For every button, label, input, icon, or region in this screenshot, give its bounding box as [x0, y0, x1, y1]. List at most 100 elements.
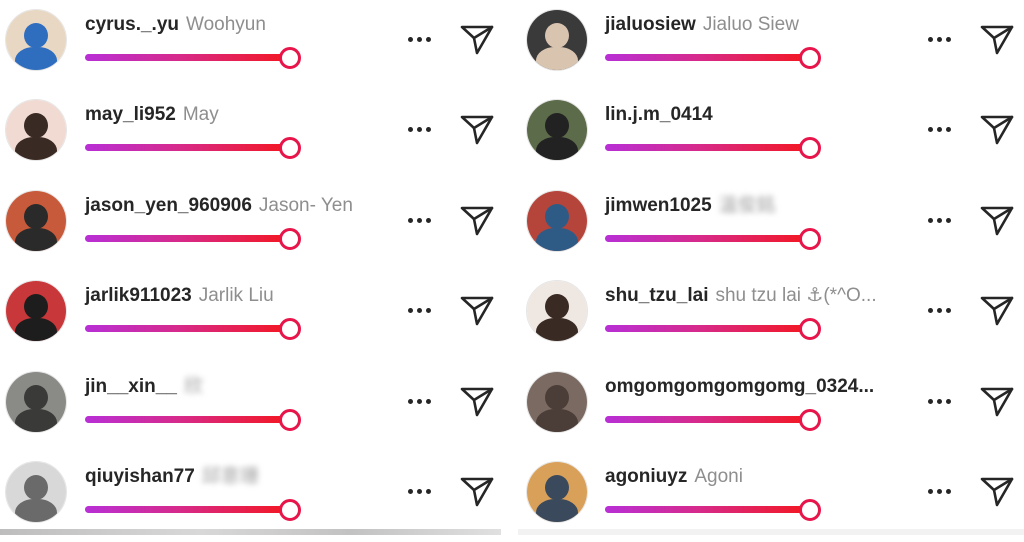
send-button[interactable] — [458, 472, 496, 510]
slider-knob[interactable] — [279, 318, 302, 340]
dot — [946, 489, 951, 494]
dot — [928, 37, 933, 42]
username[interactable]: agoniuyz — [605, 466, 687, 487]
more-options-button[interactable] — [925, 114, 955, 144]
send-button[interactable] — [978, 291, 1016, 329]
more-options-button[interactable] — [405, 205, 435, 235]
avatar[interactable] — [5, 371, 67, 433]
emoji-slider[interactable] — [85, 47, 302, 69]
username[interactable]: jin__xin__ — [85, 376, 177, 397]
emoji-slider[interactable] — [605, 228, 822, 250]
username[interactable]: shu_tzu_lai — [605, 285, 708, 306]
avatar-body — [15, 228, 57, 251]
send-button[interactable] — [458, 20, 496, 58]
slider-knob[interactable] — [799, 47, 822, 69]
more-options-button[interactable] — [405, 476, 435, 506]
slider-knob[interactable] — [279, 137, 302, 159]
slider-knob[interactable] — [799, 409, 822, 431]
full-name: Agoni — [694, 466, 743, 487]
send-button[interactable] — [458, 110, 496, 148]
send-button[interactable] — [978, 201, 1016, 239]
username[interactable]: jarlik911023 — [85, 285, 192, 306]
more-options-button[interactable] — [925, 295, 955, 325]
send-button[interactable] — [978, 110, 1016, 148]
avatar[interactable] — [5, 190, 67, 252]
send-button[interactable] — [458, 201, 496, 239]
username[interactable]: qiuyishan77 — [85, 466, 195, 487]
emoji-slider[interactable] — [605, 318, 822, 340]
slider-track — [605, 235, 811, 242]
full-name: shu tzu lai ⚓(*^O... — [715, 285, 877, 306]
emoji-slider[interactable] — [85, 137, 302, 159]
emoji-slider[interactable] — [85, 228, 302, 250]
more-options-button[interactable] — [925, 476, 955, 506]
emoji-slider[interactable] — [605, 499, 822, 521]
avatar-body — [15, 137, 57, 160]
paper-plane-send-icon — [980, 25, 1014, 55]
avatar[interactable] — [526, 371, 588, 433]
more-horizontal-icon — [925, 386, 955, 416]
user-row: may_li952 May — [0, 90, 501, 180]
username[interactable]: jialuosiew — [605, 14, 696, 35]
more-options-button[interactable] — [405, 386, 435, 416]
user-names: cyrus._.yu Woohyun — [85, 13, 266, 37]
emoji-slider[interactable] — [85, 318, 302, 340]
avatar[interactable] — [526, 461, 588, 523]
avatar[interactable] — [5, 280, 67, 342]
full-name: Jarlik Liu — [198, 285, 274, 306]
avatar[interactable] — [526, 9, 588, 71]
slider-track — [605, 506, 811, 513]
username[interactable]: omgomgomgomgomg_0324... — [605, 376, 874, 397]
emoji-slider[interactable] — [605, 47, 822, 69]
slider-knob[interactable] — [279, 47, 302, 69]
username[interactable]: jimwen1025 — [605, 195, 712, 216]
slider-knob[interactable] — [799, 318, 822, 340]
username[interactable]: jason_yen_960906 — [85, 195, 252, 216]
username[interactable]: may_li952 — [85, 104, 176, 125]
slider-track — [85, 506, 291, 513]
more-options-button[interactable] — [925, 386, 955, 416]
slider-knob[interactable] — [279, 409, 302, 431]
more-options-button[interactable] — [925, 205, 955, 235]
dot — [946, 399, 951, 404]
emoji-slider[interactable] — [605, 409, 822, 431]
slider-knob[interactable] — [279, 499, 302, 521]
more-horizontal-icon — [405, 24, 435, 54]
full-name: Jialuo Siew — [702, 14, 799, 35]
avatar-body — [536, 228, 578, 251]
dot — [937, 308, 942, 313]
dot — [417, 218, 422, 223]
dot — [928, 127, 933, 132]
slider-track — [85, 235, 291, 242]
avatar[interactable] — [5, 461, 67, 523]
avatar[interactable] — [5, 9, 67, 71]
more-options-button[interactable] — [405, 114, 435, 144]
username[interactable]: lin.j.m_0414 — [605, 104, 713, 125]
dot — [937, 399, 942, 404]
avatar[interactable] — [5, 99, 67, 161]
more-options-button[interactable] — [925, 24, 955, 54]
column-divider — [501, 0, 518, 535]
emoji-slider[interactable] — [85, 499, 302, 521]
more-horizontal-icon — [925, 205, 955, 235]
emoji-slider[interactable] — [605, 137, 822, 159]
emoji-slider[interactable] — [85, 409, 302, 431]
slider-knob[interactable] — [279, 228, 302, 250]
send-button[interactable] — [978, 382, 1016, 420]
username[interactable]: cyrus._.yu — [85, 14, 179, 35]
avatar[interactable] — [526, 99, 588, 161]
slider-knob[interactable] — [799, 137, 822, 159]
avatar[interactable] — [526, 190, 588, 252]
bottom-edge-right — [518, 529, 1024, 535]
slider-knob[interactable] — [799, 228, 822, 250]
more-options-button[interactable] — [405, 24, 435, 54]
send-button[interactable] — [458, 291, 496, 329]
user-row: jarlik911023 Jarlik Liu — [0, 271, 501, 361]
dot — [928, 489, 933, 494]
avatar[interactable] — [526, 280, 588, 342]
more-options-button[interactable] — [405, 295, 435, 325]
send-button[interactable] — [978, 472, 1016, 510]
send-button[interactable] — [458, 382, 496, 420]
send-button[interactable] — [978, 20, 1016, 58]
slider-knob[interactable] — [799, 499, 822, 521]
